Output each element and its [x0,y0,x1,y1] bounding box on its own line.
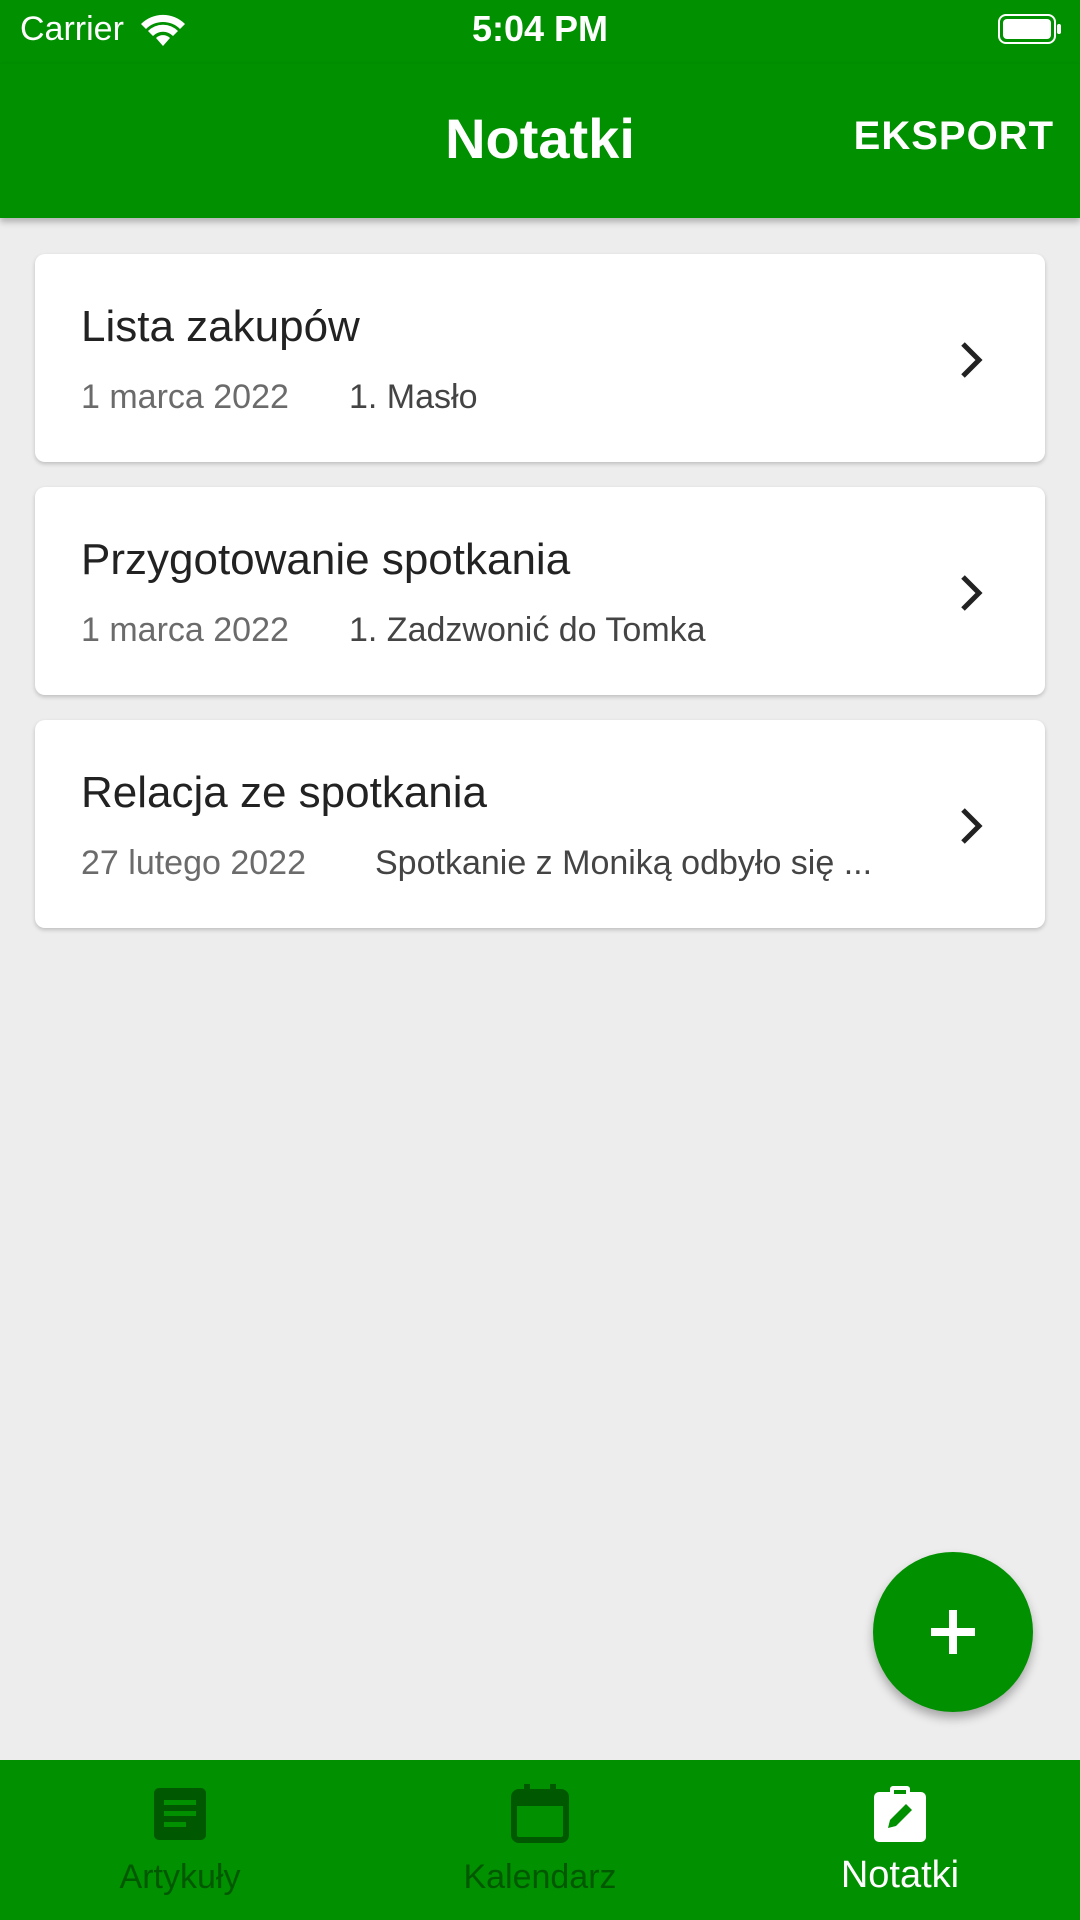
note-edit-icon [874,1786,926,1842]
chevron-right-icon [961,342,983,378]
status-time: 5:04 PM [471,8,609,49]
note-card[interactable]: Przygotowanie spotkania 1 marca 2022 1. … [35,487,1045,695]
note-title: Relacja ze spotkania [81,768,488,817]
app-bar: Notatki EKSPORT [0,64,1080,218]
note-preview: Spotkanie z Moniką odbyło się ... [375,844,873,882]
note-title: Lista zakupów [81,302,360,351]
note-preview: 1. Zadzwonić do Tomka [349,611,706,649]
status-bar: Carrier 5:04 PM [0,0,1080,64]
note-card[interactable]: Lista zakupów 1 marca 2022 1. Masło [35,254,1045,462]
bottom-navigation: Artykuły Kalendarz Notatki [0,1760,1080,1920]
article-icon [154,1788,206,1840]
note-date: 1 marca 2022 [81,611,289,649]
note-card[interactable]: Relacja ze spotkania 27 lutego 2022 Spot… [35,720,1045,928]
chevron-right-icon [961,575,983,611]
battery-icon [998,14,1061,44]
nav-label-calendar: Kalendarz [463,1858,617,1896]
note-date: 1 marca 2022 [81,378,289,416]
note-preview: 1. Masło [349,378,478,416]
note-title: Przygotowanie spotkania [81,535,571,584]
export-button[interactable]: EKSPORT [854,114,1054,159]
nav-label-notes: Notatki [840,1854,960,1896]
plus-icon [931,1610,975,1654]
nav-item-articles[interactable]: Artykuły [0,1760,360,1920]
nav-label-articles: Artykuły [119,1858,241,1896]
nav-item-calendar[interactable]: Kalendarz [360,1760,720,1920]
chevron-right-icon [961,808,983,844]
add-note-button[interactable] [873,1552,1033,1712]
calendar-icon [511,1784,569,1843]
note-date: 27 lutego 2022 [81,844,306,882]
nav-item-notes[interactable]: Notatki [720,1760,1080,1920]
